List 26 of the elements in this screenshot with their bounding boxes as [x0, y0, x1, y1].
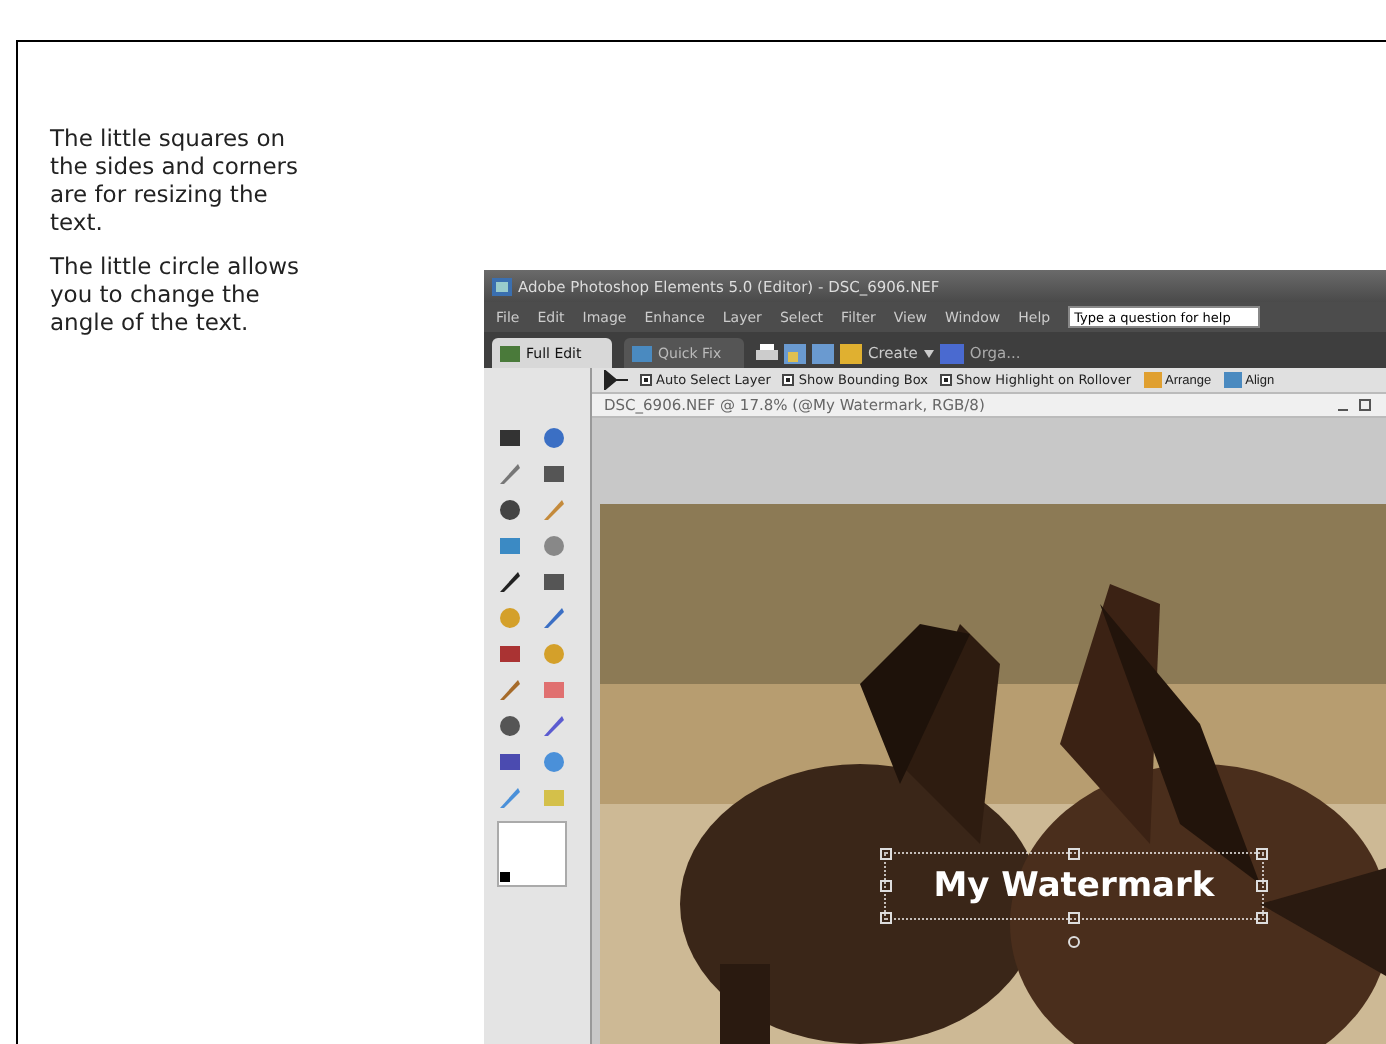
color-swatch[interactable]	[496, 820, 568, 888]
resize-handle[interactable]	[1068, 912, 1080, 924]
caret-icon	[923, 349, 934, 357]
tool-icon[interactable]	[540, 460, 568, 488]
tool-icon[interactable]	[496, 568, 524, 596]
resize-handle[interactable]	[1256, 880, 1268, 892]
tool-icon[interactable]	[496, 424, 524, 452]
tool-icon[interactable]	[496, 748, 524, 776]
tool-icon[interactable]	[540, 568, 568, 596]
rotate-handle[interactable]	[1068, 936, 1080, 948]
instruction-text: The little squares on the sides and corners are for resizing the text.	[50, 124, 300, 236]
tool-icon[interactable]	[496, 712, 524, 740]
resize-handle[interactable]	[1256, 848, 1268, 860]
tool-icon[interactable]	[496, 496, 524, 524]
printer-icon[interactable]	[756, 343, 778, 363]
watermark-text: My Watermark	[933, 866, 1215, 906]
window-controls-icon[interactable]	[1334, 398, 1374, 413]
resize-handle[interactable]	[880, 880, 892, 892]
resize-handle[interactable]	[1256, 912, 1268, 924]
app-icon	[492, 277, 512, 295]
resize-handle[interactable]	[880, 912, 892, 924]
instruction-text: The little circle allows you to change the angle of the text.	[50, 252, 301, 336]
resize-handle[interactable]	[880, 848, 892, 860]
bounding-box[interactable]: My Watermark	[884, 852, 1264, 920]
move-tool-icon[interactable]	[604, 370, 628, 391]
resize-handle[interactable]	[1068, 848, 1080, 860]
